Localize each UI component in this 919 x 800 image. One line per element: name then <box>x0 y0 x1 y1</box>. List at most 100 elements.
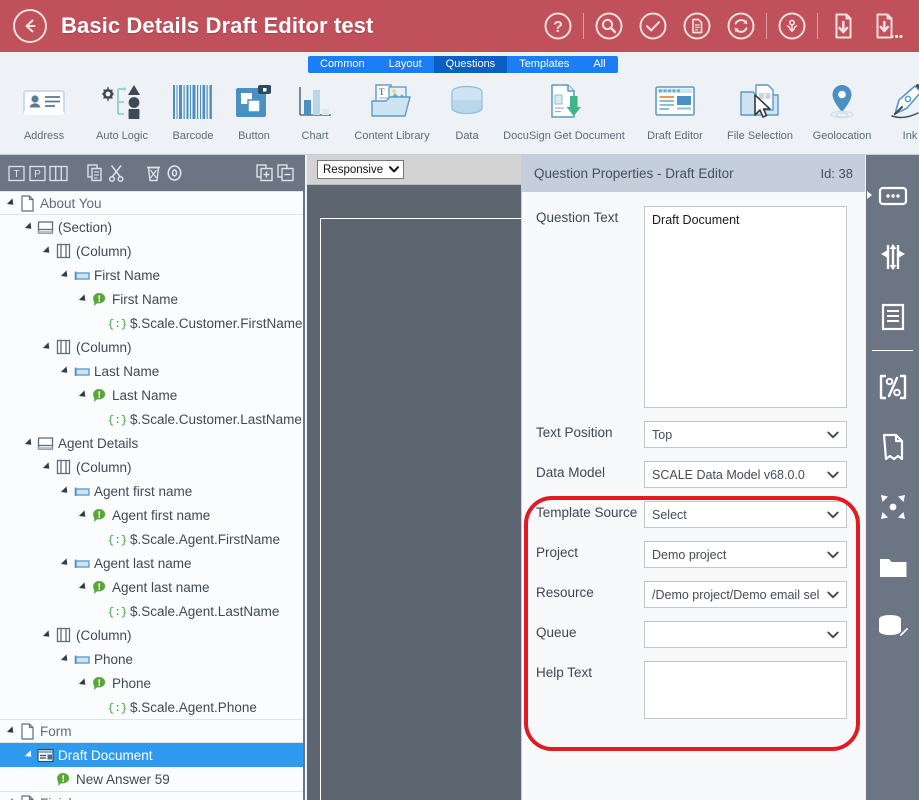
expand-arrow-icon[interactable] <box>42 630 53 640</box>
tree-item[interactable]: {:} $.Scale.Agent.FirstName <box>0 527 303 551</box>
tree-item[interactable]: First Name <box>0 263 303 287</box>
tree-item[interactable]: Agent first name <box>0 503 303 527</box>
canvas-form-card[interactable] <box>320 218 523 800</box>
tree-item[interactable]: New Answer 59 <box>0 767 303 791</box>
database-edit-button[interactable] <box>866 597 919 657</box>
tree-item[interactable]: (Column) <box>0 623 303 647</box>
ribbon-item-auto-logic[interactable]: Auto Logic <box>82 74 162 142</box>
ribbon-tab-templates[interactable]: Templates <box>507 56 582 73</box>
tree-item[interactable]: Last Name <box>0 359 303 383</box>
split-button[interactable] <box>866 227 919 287</box>
info-button[interactable] <box>164 161 185 185</box>
back-button[interactable] <box>13 9 47 43</box>
expand-arrow-icon[interactable] <box>24 222 35 232</box>
expand-arrow-icon[interactable] <box>78 510 89 520</box>
help-text-input[interactable] <box>644 661 847 719</box>
tree-item[interactable]: {:} $.Scale.Customer.FirstName <box>0 311 303 335</box>
ribbon-tab-layout[interactable]: Layout <box>376 56 434 73</box>
tree-item[interactable]: {:} $.Scale.Agent.LastName <box>0 599 303 623</box>
tree-item[interactable]: Phone <box>0 647 303 671</box>
tree-item[interactable]: {:} $.Scale.Agent.Phone <box>0 695 303 719</box>
publish-button[interactable] <box>770 4 814 48</box>
expand-all-button[interactable] <box>255 161 276 185</box>
data-model-select[interactable]: SCALE Data Model v68.0.0 <box>644 461 847 488</box>
project-select[interactable]: Demo project <box>644 541 847 568</box>
text-position-select[interactable]: Top <box>644 421 847 448</box>
structure-tree[interactable]: About You (Section) (Column) First Name Firs… <box>0 191 303 800</box>
document-list-button[interactable] <box>866 287 919 347</box>
tree-item[interactable]: First Name <box>0 287 303 311</box>
tree-item[interactable]: Form <box>0 719 303 743</box>
tree-item[interactable]: Agent last name <box>0 551 303 575</box>
expand-arrow-icon[interactable] <box>78 582 89 592</box>
tree-item[interactable]: Last Name <box>0 383 303 407</box>
tree-item[interactable]: Agent Details <box>0 431 303 455</box>
expand-arrow-icon[interactable] <box>60 654 71 664</box>
preview-document-button[interactable] <box>675 4 719 48</box>
expand-button[interactable] <box>866 477 919 537</box>
delete-button[interactable] <box>143 161 164 185</box>
ribbon-item-ink[interactable]: Ink <box>882 74 919 142</box>
layout-mode-select[interactable]: Responsive <box>317 160 405 179</box>
expand-arrow-icon[interactable] <box>42 342 53 352</box>
download-button[interactable] <box>821 4 865 48</box>
tree-item[interactable]: Phone <box>0 671 303 695</box>
help-button[interactable]: ? <box>536 4 580 48</box>
expand-arrow-icon[interactable] <box>60 558 71 568</box>
download-options-button[interactable] <box>865 4 909 48</box>
expand-arrow-icon[interactable] <box>24 438 35 448</box>
ribbon-tab-questions[interactable]: Questions <box>433 56 508 73</box>
tree-item[interactable]: {:} $.Scale.Customer.LastName <box>0 407 303 431</box>
ribbon-item-data[interactable]: Data <box>438 74 496 142</box>
collapse-all-button[interactable] <box>276 161 297 185</box>
cut-button[interactable] <box>106 161 127 185</box>
expand-arrow-icon[interactable] <box>78 678 89 688</box>
search-button[interactable] <box>587 4 631 48</box>
bookmark-button[interactable] <box>866 417 919 477</box>
ribbon-item-chart[interactable]: Chart <box>284 74 346 142</box>
refresh-button[interactable] <box>719 4 763 48</box>
copy-button[interactable] <box>85 161 106 185</box>
ribbon-item-barcode[interactable]: Barcode <box>162 74 224 142</box>
template-source-select[interactable]: Select <box>644 501 847 528</box>
tree-item[interactable]: About You <box>0 191 303 215</box>
calculations-button[interactable] <box>866 357 919 417</box>
tree-item[interactable]: (Section) <box>0 215 303 239</box>
resource-select[interactable]: /Demo project/Demo email sel <box>644 581 847 608</box>
ribbon-tab-common[interactable]: Common <box>308 56 377 73</box>
expand-arrow-icon[interactable] <box>6 198 17 208</box>
expand-arrow-icon[interactable] <box>78 390 89 400</box>
ribbon-item-file-selection[interactable]: File Selection <box>718 74 802 142</box>
folder-button[interactable] <box>866 537 919 597</box>
comments-button[interactable] <box>866 167 919 227</box>
expand-arrow-icon[interactable] <box>78 294 89 304</box>
ribbon-item-button[interactable]: Button <box>224 74 284 142</box>
text-box-tool-button[interactable]: T <box>6 161 27 185</box>
expand-arrow-icon[interactable] <box>42 246 53 256</box>
ribbon-tab-all[interactable]: All <box>581 56 618 73</box>
expand-arrow-icon[interactable] <box>60 366 71 376</box>
tree-item[interactable]: (Column) <box>0 239 303 263</box>
ribbon-item-content-library[interactable]: T Content Library <box>346 74 438 142</box>
expand-arrow-icon[interactable] <box>60 486 71 496</box>
tree-item[interactable]: Agent first name <box>0 479 303 503</box>
validate-button[interactable] <box>631 4 675 48</box>
expand-arrow-icon[interactable] <box>60 270 71 280</box>
question-text-input[interactable]: Draft Document <box>644 206 847 408</box>
ribbon-item-geolocation[interactable]: Geolocation <box>802 74 882 142</box>
ribbon-item-draft-editor[interactable]: Draft Editor <box>632 74 718 142</box>
page-tool-button[interactable]: P <box>27 161 48 185</box>
tree-item[interactable]: Finish <box>0 791 303 800</box>
tree-item[interactable]: Agent last name <box>0 575 303 599</box>
expand-arrow-icon[interactable] <box>6 726 17 736</box>
ribbon-item-docusign-get-document[interactable]: DocuSign Get Document <box>496 74 632 142</box>
ribbon-item-address[interactable]: Address <box>6 74 82 142</box>
tree-item[interactable]: Draft Document <box>0 743 303 767</box>
columns-tool-button[interactable] <box>48 161 69 185</box>
expand-arrow-icon[interactable] <box>42 462 53 472</box>
expand-arrow-icon[interactable] <box>24 750 35 760</box>
tree-item[interactable]: (Column) <box>0 455 303 479</box>
tree-item[interactable]: (Column) <box>0 335 303 359</box>
form-canvas[interactable] <box>307 185 523 800</box>
queue-select[interactable] <box>644 621 847 648</box>
